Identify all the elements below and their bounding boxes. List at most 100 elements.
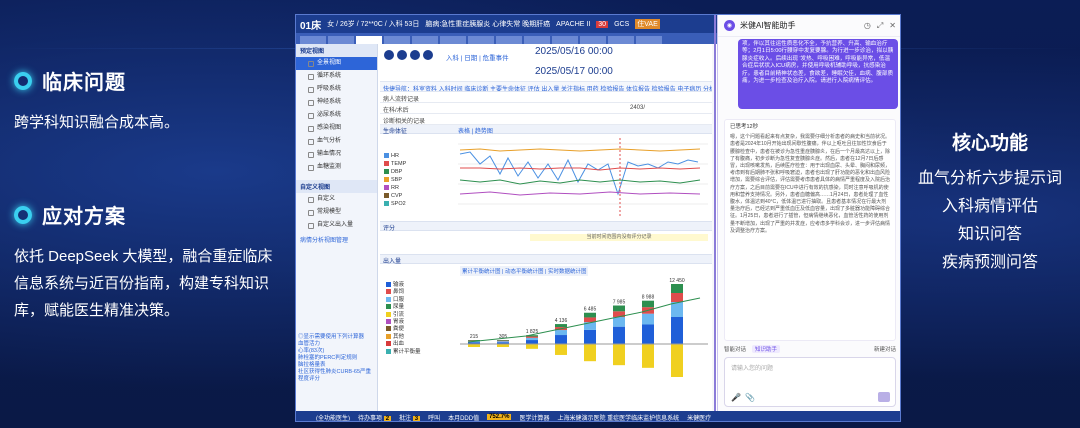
- tab[interactable]: [496, 36, 522, 44]
- io-bar-label: 6 485: [584, 307, 597, 313]
- calculator-button[interactable]: 医学计算器: [519, 413, 549, 422]
- io-legend-item[interactable]: 出血: [386, 341, 421, 348]
- problem-text: 跨学科知识融合成本高。: [14, 114, 180, 131]
- core-item: 血气分析六步提示词: [917, 170, 1062, 187]
- io-bar-segment: [671, 284, 683, 293]
- diagnosis: 脑病:急性重症胰腺炎 心律失常 晚期肝癌: [425, 21, 551, 28]
- io-bar-label: 8 988: [642, 295, 655, 301]
- sidebar-item[interactable]: 神经系统: [296, 96, 377, 109]
- new-chat-button[interactable]: 新建对话: [874, 345, 896, 353]
- knowledge-assistant-button[interactable]: 知识助手: [752, 345, 781, 353]
- status-value: 2403/: [630, 105, 646, 111]
- last-icon[interactable]: [423, 50, 433, 60]
- brand-logo: 米健医疗: [687, 415, 712, 422]
- patient-info: 女 / 26岁 / 72**0C / 入科 53日: [327, 21, 420, 28]
- bed-number: 01床: [300, 20, 322, 32]
- sidebar-item[interactable]: 输血情况: [296, 148, 377, 161]
- tab[interactable]: [580, 36, 606, 44]
- status-row: 在科/术后 2403/: [380, 103, 712, 114]
- tab[interactable]: [468, 36, 494, 44]
- legend-swatch: [386, 341, 391, 347]
- sidebar-item-label: 呼吸系统: [317, 86, 342, 92]
- sidebar-item[interactable]: 全景视图: [296, 57, 377, 70]
- io-legend-item[interactable]: 引流: [386, 312, 421, 319]
- tab[interactable]: [440, 36, 466, 44]
- io-legend-item[interactable]: 粪便: [386, 326, 421, 333]
- date-end[interactable]: 2025/05/17 00:00: [535, 66, 613, 77]
- calculator-notes[interactable]: ◎显示需要使用下列计算器 血管活力 心率(83次) 肺栓塞的PERC判定规则 脑…: [298, 334, 376, 383]
- view-manage-link[interactable]: 病情分析视图管理: [296, 232, 377, 247]
- sidebar-item-label: 输血情况: [317, 151, 342, 157]
- tab[interactable]: [412, 36, 438, 44]
- io-bar-segment: [526, 340, 538, 344]
- vitals-header: 生命体征 表格 | 趋势图: [380, 125, 712, 135]
- tab[interactable]: [300, 36, 326, 44]
- tab[interactable]: [608, 36, 634, 44]
- nav-links[interactable]: 入科 | 日期 | 危重事件: [446, 52, 509, 62]
- io-bar-label: 7 985: [613, 300, 626, 306]
- answer-text: 嗯，这个问题看起来有点复杂，我需要仔细分析患者的病史和当前状况。患者是2024年…: [730, 134, 891, 234]
- prev-icon[interactable]: [397, 50, 407, 60]
- legend-swatch: [386, 282, 391, 288]
- app-window: 01床 女 / 26岁 / 72**0C / 入科 53日 脑病:急性重症胰腺炎…: [295, 14, 901, 422]
- date-start[interactable]: 2025/05/16 00:00: [535, 46, 613, 57]
- history-icon[interactable]: ◷: [864, 21, 871, 31]
- io-legend-item[interactable]: 累计平衡量: [386, 349, 421, 356]
- io-legend-item[interactable]: 鼻饲: [386, 289, 421, 296]
- ai-input-box[interactable]: 请输入您的问题 🎤 📎: [724, 357, 896, 407]
- legend-swatch: [386, 296, 391, 302]
- custom-view-item[interactable]: 自定义: [296, 193, 377, 206]
- thinking-label[interactable]: 已思考12秒: [730, 124, 890, 131]
- date-range-bar: 入科 | 日期 | 危重事件 2025/05/16 00:00 2025/05/…: [380, 44, 712, 82]
- sidebar-item[interactable]: 呼吸系统: [296, 83, 377, 96]
- todo-button[interactable]: 待办事项 2: [358, 413, 392, 421]
- sidebar-header: 自定义视图: [296, 180, 377, 193]
- io-bar-label: 4 136: [555, 318, 568, 324]
- next-icon[interactable]: [410, 50, 420, 60]
- sidebar-item[interactable]: 血糖监测: [296, 161, 377, 174]
- io-bar-segment: [555, 324, 567, 328]
- smart-chat-button[interactable]: 智能对话: [724, 345, 746, 353]
- expand-icon[interactable]: ⤢: [877, 21, 883, 31]
- first-icon[interactable]: [384, 50, 394, 60]
- io-output-bar: [526, 344, 538, 349]
- ring-icon: [14, 205, 32, 224]
- sidebar-item[interactable]: 感染视图: [296, 122, 377, 135]
- io-tabs[interactable]: 累计平衡统计图 | 动态平衡统计图 | 实时数据统计图: [460, 266, 589, 276]
- core-item: 知识问答: [957, 226, 1022, 243]
- io-legend-item[interactable]: 尿量: [386, 304, 421, 311]
- send-button[interactable]: [878, 392, 890, 402]
- tab[interactable]: [552, 36, 578, 44]
- custom-view-item[interactable]: 常规模型: [296, 206, 377, 219]
- call-button[interactable]: 呼叫: [428, 413, 440, 422]
- tab[interactable]: [328, 36, 354, 44]
- tab[interactable]: [384, 36, 410, 44]
- tab-active[interactable]: [356, 36, 382, 44]
- status-bar: (全功能医生) 待办事项 2 批注 3 呼叫 本月DDD值 752.7% 医学计…: [296, 411, 900, 422]
- sidebar-item[interactable]: 循环系统: [296, 70, 377, 83]
- io-bar-label: 215: [470, 334, 479, 340]
- io-bar-segment: [671, 293, 683, 302]
- io-output-bar: [671, 344, 683, 377]
- quick-nav[interactable]: 快捷导航：科室资料 入科时间 临床诊断 主要生命体征 评估 出入量 关注指标 用…: [380, 82, 712, 92]
- score-header: 评分: [380, 222, 712, 232]
- io-bar-segment: [671, 317, 683, 344]
- custom-view-item[interactable]: 自定义出入量: [296, 219, 377, 232]
- io-bar-segment: [555, 335, 567, 344]
- mic-icon[interactable]: 🎤: [731, 393, 741, 402]
- tab[interactable]: [636, 36, 662, 44]
- panel-splitter[interactable]: [714, 15, 716, 411]
- sidebar-header: 预定视图: [296, 44, 377, 57]
- legend-swatch: [386, 304, 391, 310]
- sidebar-item[interactable]: 血气分析: [296, 135, 377, 148]
- sidebar-item[interactable]: 泌尿系统: [296, 109, 377, 122]
- io-bar-segment: [642, 313, 654, 325]
- attach-icon[interactable]: 📎: [745, 393, 755, 402]
- tab[interactable]: [524, 36, 550, 44]
- io-legend: 输液 鼻饲 口服 尿量 引流 胃液 粪便 其他 出血 累计平衡量: [386, 282, 421, 356]
- main-content: 入科 | 日期 | 危重事件 2025/05/16 00:00 2025/05/…: [380, 44, 712, 411]
- io-output-bar: [584, 344, 596, 362]
- approve-button[interactable]: 批注 3: [399, 413, 421, 421]
- close-icon[interactable]: ✕: [889, 21, 896, 31]
- view-icon: [308, 138, 314, 145]
